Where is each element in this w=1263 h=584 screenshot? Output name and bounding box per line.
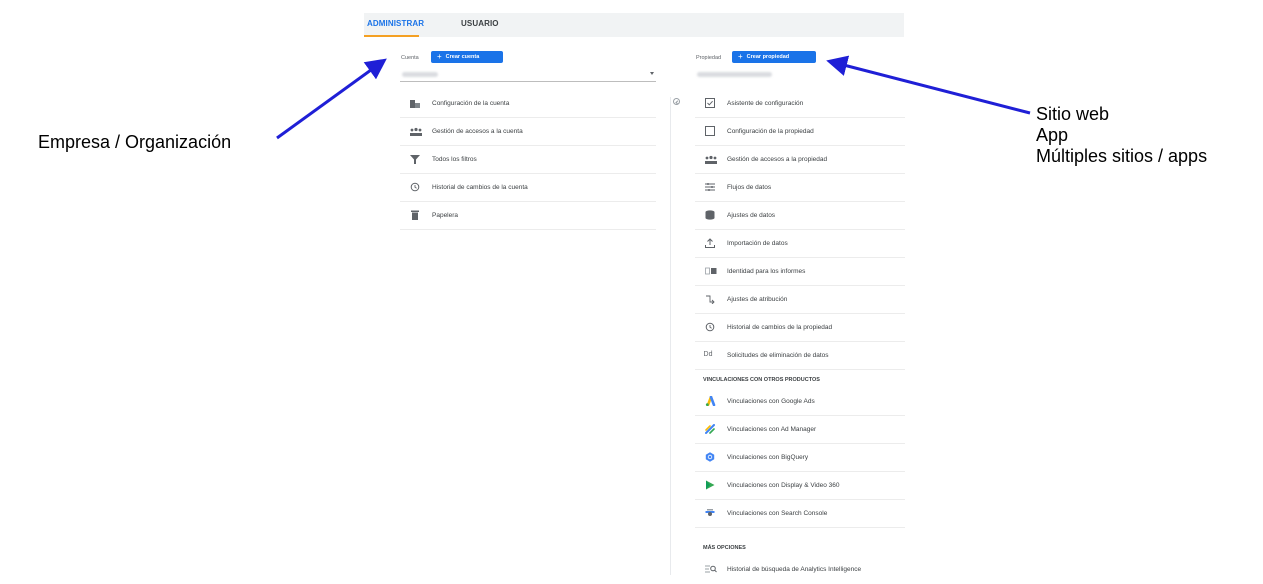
arrow-to-account	[276, 58, 387, 140]
arrow-to-property	[826, 55, 1031, 115]
annotation-arrows	[276, 55, 1031, 140]
